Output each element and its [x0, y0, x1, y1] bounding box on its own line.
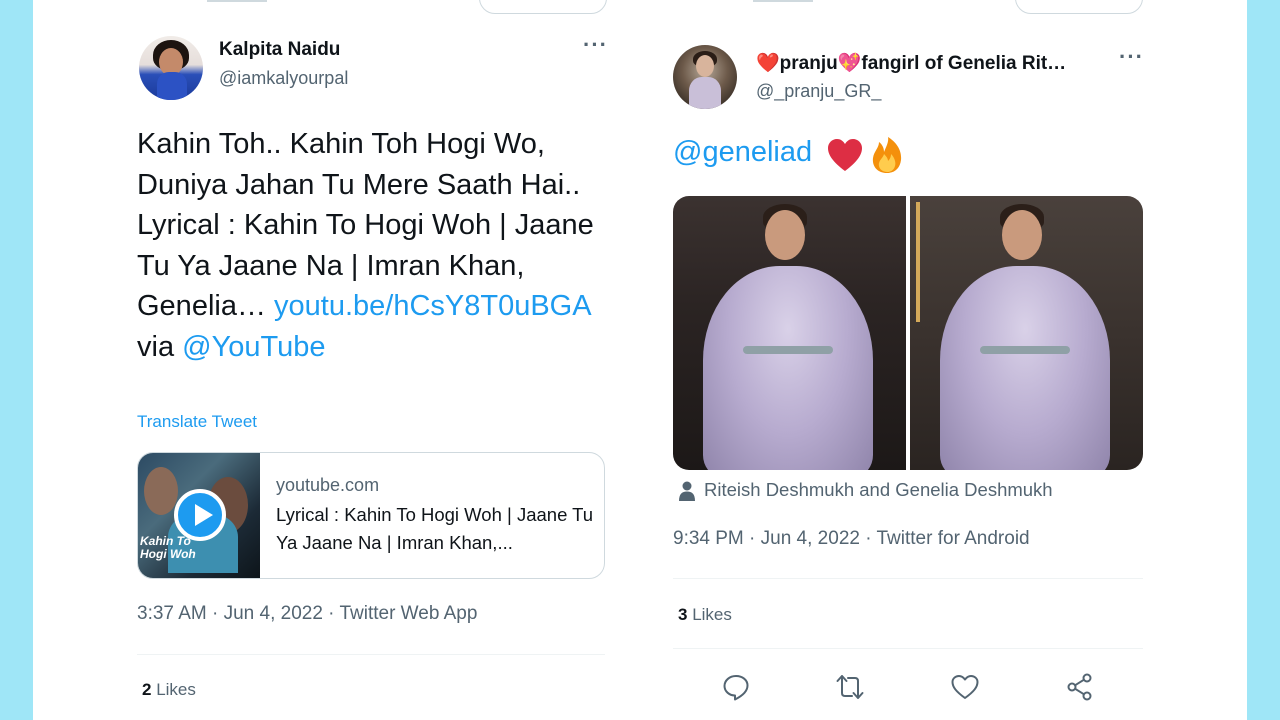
thumbnail-figure: [144, 467, 178, 515]
photo-head: [1002, 210, 1042, 260]
likes-count[interactable]: 2 Likes: [142, 680, 196, 700]
card-domain: youtube.com: [276, 475, 380, 495]
reply-icon[interactable]: [721, 672, 751, 702]
photo-gown: [940, 266, 1110, 470]
more-icon[interactable]: ···: [1119, 46, 1144, 68]
follow-button-cropped[interactable]: [1015, 0, 1143, 14]
more-icon[interactable]: ···: [583, 34, 608, 56]
action-bar: [673, 672, 1143, 706]
divider: [673, 578, 1143, 579]
follow-button-cropped[interactable]: [479, 0, 607, 14]
avatar[interactable]: [139, 36, 203, 100]
divider: [673, 648, 1143, 649]
likes-label: Likes: [151, 680, 196, 699]
translate-tweet-link[interactable]: Translate Tweet: [137, 412, 257, 432]
tweet-text-via: via: [137, 330, 183, 363]
card-title: Lyrical : Kahin To Hogi Woh | Jaane Tu Y…: [276, 504, 594, 553]
tweet-link[interactable]: youtu.be/hCsY8T0uBGA: [274, 290, 590, 322]
photo[interactable]: [673, 196, 906, 470]
tweet-mention[interactable]: @geneliad: [673, 136, 812, 169]
photo-belt: [743, 346, 833, 354]
cropped-header-text: [207, 0, 267, 2]
play-icon[interactable]: [174, 489, 226, 541]
likes-count[interactable]: 3 Likes: [678, 605, 732, 625]
avatar-face: [696, 55, 714, 77]
left-side-band: [0, 0, 33, 720]
author-name[interactable]: Kalpita Naidu: [219, 39, 340, 61]
card-thumbnail: Kahin To Hogi Woh: [138, 453, 260, 578]
tweet-timestamp[interactable]: 9:34 PM · Jun 4, 2022 · Twitter for Andr…: [673, 528, 1030, 550]
tweet-text: Kahin Toh.. Kahin Toh Hogi Wo, Duniya Ja…: [137, 124, 605, 367]
like-icon[interactable]: [950, 672, 980, 702]
media-photos[interactable]: [673, 196, 1143, 470]
retweet-icon[interactable]: [835, 672, 865, 702]
tweet-timestamp[interactable]: 3:37 AM · Jun 4, 2022 · Twitter Web App: [137, 603, 477, 625]
person-icon: [679, 481, 695, 501]
author-handle[interactable]: @_pranju_GR_: [756, 81, 881, 102]
tagged-users[interactable]: Riteish Deshmukh and Genelia Deshmukh: [704, 479, 1053, 501]
share-icon[interactable]: [1065, 672, 1095, 702]
photo-light-stripe: [916, 202, 920, 322]
author-name[interactable]: ❤️pranju💖fangirl of Genelia Rit…: [756, 51, 1086, 75]
tweet-kalpita[interactable]: Kalpita Naidu @iamkalyourpal ··· Kahin T…: [137, 0, 608, 720]
photo[interactable]: [910, 196, 1143, 470]
link-preview-card[interactable]: Kahin To Hogi Woh youtube.com Lyrical : …: [137, 452, 605, 579]
photo-belt: [980, 346, 1070, 354]
right-side-band: [1247, 0, 1280, 720]
fire-emoji: [872, 137, 902, 173]
tweet-pranju[interactable]: ❤️pranju💖fangirl of Genelia Rit… @_pranj…: [673, 0, 1143, 720]
avatar-dress: [689, 77, 721, 109]
avatar-dress: [157, 72, 187, 100]
likes-label: Likes: [687, 605, 732, 624]
tweet-mention[interactable]: @YouTube: [182, 331, 325, 363]
author-handle[interactable]: @iamkalyourpal: [219, 68, 348, 89]
divider: [137, 654, 605, 655]
heart-emoji: [828, 139, 862, 171]
avatar[interactable]: [673, 45, 737, 109]
photo-head: [765, 210, 805, 260]
cropped-header-text: [753, 0, 813, 2]
photo-gown: [703, 266, 873, 470]
